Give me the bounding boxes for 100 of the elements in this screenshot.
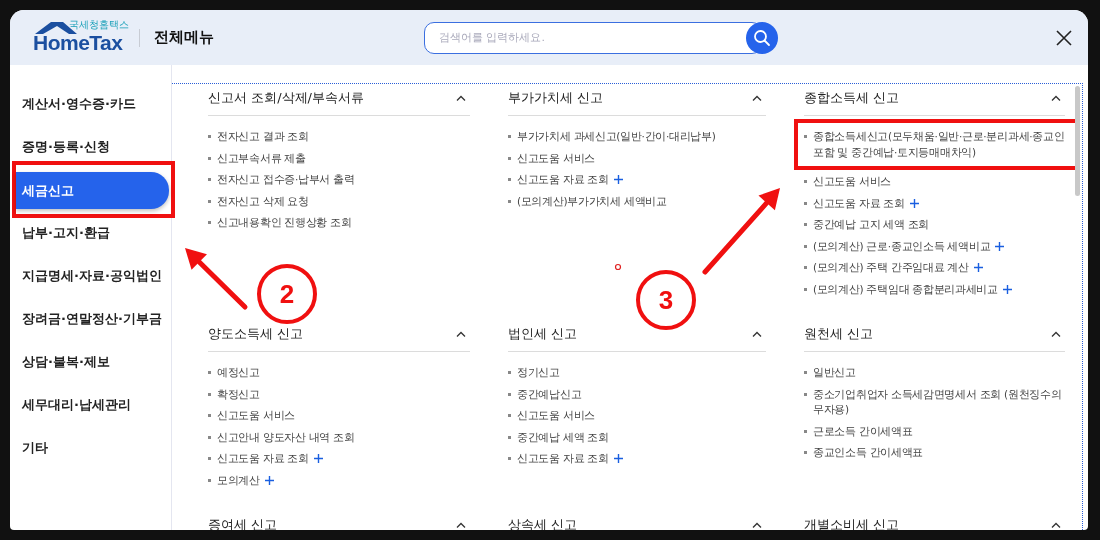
caret-up-icon [456,522,466,528]
step-number-callout: 2 [257,264,317,324]
menu-link[interactable]: 전자신고 접수증·납부서 출력 [208,172,355,188]
bullet-icon [508,414,511,417]
menu-link[interactable]: 종합소득세신고(모두채움·일반·근로·분리과세·종교인포함 및 중간예납·토지등매매차익) [804,129,1069,160]
menu-link[interactable]: 전자신고 결과 조회 [208,129,309,145]
caret-up-icon [1051,95,1061,101]
bullet-icon [508,371,511,374]
bullet-icon [804,429,807,433]
sidebar-item[interactable]: 장려금·연말정산·기부금 [10,297,171,340]
menu-link[interactable]: (모의계산)부가가치세 세액비교 [508,193,667,209]
bullet-icon [208,156,211,160]
menu-link[interactable]: 신고도움 서비스 [804,174,891,190]
menu-link[interactable]: 모의계산 [208,472,260,488]
menu-link[interactable]: 신고도움 자료 조회 [508,172,609,188]
expand-plus-button[interactable] [995,241,1005,251]
menu-link[interactable]: 중간예납 세액 조회 [508,429,609,445]
step-number-callout: 3 [636,270,696,330]
sidebar-item[interactable]: 상담·불복·제보 [10,340,171,383]
ring-marker-icon [614,263,622,271]
plus-icon [909,198,919,208]
bullet-icon [804,180,807,183]
sidebar-item[interactable]: 기타 [10,426,171,469]
bullet-icon [508,178,511,181]
bullet-icon [804,371,807,374]
expand-plus-button[interactable] [313,454,323,463]
plus-icon [1002,284,1012,294]
expand-plus-button[interactable] [613,454,623,463]
caret-up-icon [456,331,466,337]
section-title: 법인세 신고 [508,325,578,343]
bullet-icon [208,457,211,460]
caret-up-icon [1051,522,1061,528]
menu-link[interactable]: 중간예납신고 [508,386,582,402]
menu-link[interactable]: 근로소득 간이세액표 [804,423,913,439]
bullet-icon [804,392,807,396]
caret-up-icon [752,522,762,528]
expand-plus-button[interactable] [613,175,623,184]
section-title: 증여세 신고 [208,516,278,530]
expand-plus-button[interactable] [264,475,274,485]
bullet-icon [508,156,511,160]
menu-link[interactable]: 중간예납 고지 세액 조회 [804,217,930,233]
logo-text: HomeTax [33,30,123,55]
sidebar-item[interactable]: 지급명세·자료·공익법인 [10,254,171,297]
bullet-icon [208,371,211,374]
annotation-arrow [185,248,248,310]
menu-link[interactable]: 확정신고 [208,386,260,402]
menu-link[interactable]: 전자신고 삭제 요청 [208,193,309,209]
menu-link[interactable]: 일반신고 [804,365,856,381]
expand-plus-button[interactable] [1002,284,1012,294]
section-title: 개별소비세 신고 [804,516,900,530]
plus-icon [313,454,323,463]
menu-link[interactable]: 중소기업취업자 소득세감면명세서 조회 (원천징수의무자용) [804,386,1065,418]
page-title: 전체메뉴 [154,28,214,47]
menu-link[interactable]: 신고도움 서비스 [208,408,295,424]
plus-icon [995,241,1005,251]
menu-link[interactable]: 예정신고 [208,365,260,381]
bullet-icon [804,201,807,205]
menu-link[interactable]: 신고도움 서비스 [508,408,595,424]
caret-up-icon [752,331,762,337]
sidebar-item[interactable]: 세금신고 [12,161,175,218]
bullet-icon [804,287,807,291]
section-title: 양도소득세 신고 [208,325,304,343]
menu-link[interactable]: 신고도움 자료 조회 [508,451,609,467]
section-title: 부가가치세 신고 [508,89,604,107]
menu-link[interactable]: 신고도움 자료 조회 [208,451,309,467]
bullet-icon [208,414,211,417]
menu-link[interactable]: (모의계산) 주택임대 종합분리과세비교 [804,281,998,297]
section-title: 종합소득세 신고 [804,89,900,107]
expand-plus-button[interactable] [973,263,983,272]
bullet-icon [804,266,807,269]
logo-tagline: 국세청홈택스 [69,17,129,32]
caret-up-icon [1051,331,1061,337]
caret-up-icon [456,95,466,101]
bullet-icon [508,392,511,396]
sidebar-item[interactable]: 세무대리·납세관리 [10,383,171,426]
menu-link[interactable]: 신고도움 자료 조회 [804,195,905,211]
menu-link[interactable]: 신고도움 서비스 [508,150,595,166]
bullet-icon [208,199,211,203]
menu-link[interactable]: 부가가치세 과세신고(일반·간이·대리납부) [508,129,716,145]
bullet-icon [208,478,211,482]
bullet-icon [508,135,511,138]
section-title: 원천세 신고 [804,325,874,343]
menu-link[interactable]: (모의계산) 주택 간주임대료 계산 [804,260,969,276]
menu-link[interactable]: 신고내용확인 진행상황 조회 [208,215,352,231]
bullet-icon [804,135,807,138]
menu-link[interactable]: 종교인소득 간이세액표 [804,445,924,461]
plus-icon [264,475,274,485]
menu-link[interactable]: 신고안내 양도자산 내역 조회 [208,429,355,445]
menu-link[interactable]: 정기신고 [508,365,560,381]
bullet-icon [208,135,211,138]
expand-plus-button[interactable] [909,198,919,208]
bullet-icon [508,435,511,439]
sidebar-item[interactable]: 계산서·영수증·카드 [10,82,171,125]
menu-link[interactable]: (모의계산) 근로·종교인소득 세액비교 [804,238,991,254]
menu-link[interactable]: 신고부속서류 제출 [208,150,306,166]
plus-icon [613,454,623,463]
bullet-icon [208,392,211,396]
bullet-icon [804,451,807,454]
scrollbar[interactable] [1075,86,1080,196]
section-title: 신고서 조회/삭제/부속서류 [208,89,364,107]
